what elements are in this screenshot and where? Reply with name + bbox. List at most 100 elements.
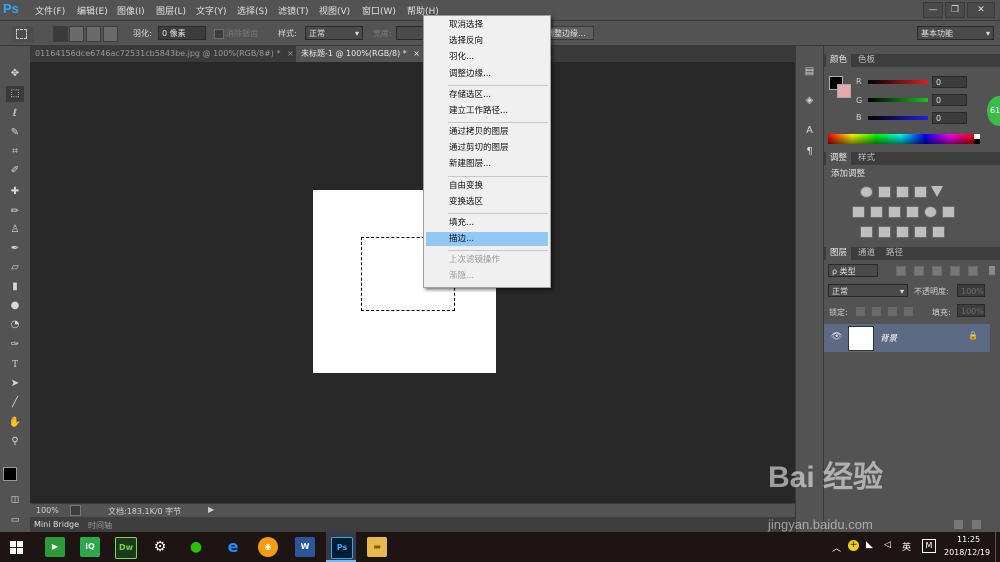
filter-type-icon[interactable] [932, 266, 942, 276]
settings-gear-icon[interactable]: ⚙ [150, 537, 170, 557]
eye-icon[interactable]: 👁 [831, 332, 842, 342]
filter-shape-icon[interactable] [950, 266, 960, 276]
restore-button[interactable]: ❐ [945, 2, 965, 18]
screen-mode-icon[interactable]: ▭ [6, 512, 24, 528]
fill-input[interactable]: 100% [957, 304, 985, 317]
tray-plus-icon[interactable]: + [848, 540, 859, 551]
dreamweaver-icon[interactable]: Dw [115, 537, 137, 559]
style-select[interactable]: 正常 ▾ [305, 26, 363, 40]
dodge-tool-icon[interactable]: ◔ [6, 317, 24, 333]
add-to-selection-button[interactable] [69, 26, 84, 42]
minimize-button[interactable]: — [923, 2, 943, 18]
tab-adjustments[interactable]: 调整 [826, 152, 852, 165]
menu-filter[interactable]: 滤镜(T) [278, 4, 309, 17]
delete-layer-icon[interactable] [972, 520, 981, 529]
menu-view[interactable]: 视图(V) [319, 4, 350, 17]
eraser-tool-icon[interactable]: ▱ [6, 260, 24, 276]
menu-file[interactable]: 文件(F) [35, 4, 65, 17]
photo-filter-icon[interactable] [906, 206, 919, 218]
channel-r-value[interactable]: 0 [932, 76, 967, 88]
vibrance-icon[interactable] [931, 186, 943, 197]
tab-swatches[interactable]: 色板 [854, 54, 879, 67]
feather-input[interactable]: 0 像素 [158, 26, 206, 40]
ctx-feather[interactable]: 羽化... [426, 50, 548, 64]
invert-icon[interactable] [860, 226, 873, 238]
width-input[interactable] [396, 26, 424, 40]
tray-chevron-icon[interactable]: ︿ [832, 541, 841, 554]
ctx-save-selection[interactable]: 存储选区... [426, 88, 548, 102]
menu-select[interactable]: 选择(S) [237, 4, 268, 17]
filter-adjust-icon[interactable] [914, 266, 924, 276]
history-brush-tool-icon[interactable]: ✒ [6, 241, 24, 257]
taskbar-active-ps[interactable]: Ps [326, 532, 356, 562]
filter-pixel-icon[interactable] [896, 266, 906, 276]
history-panel-icon[interactable]: ▤ [801, 64, 818, 80]
layer-row[interactable]: 👁 背景 🔒 [824, 324, 990, 352]
brush-tool-icon[interactable]: ✏ [6, 204, 24, 220]
type-tool-icon[interactable]: T [6, 357, 24, 373]
ctx-layer-via-cut[interactable]: 通过剪切的图层 [426, 141, 548, 155]
crop-tool-icon[interactable]: ⌗ [6, 144, 24, 160]
menu-layer[interactable]: 图层(L) [156, 4, 186, 17]
menu-type[interactable]: 文字(Y) [196, 4, 227, 17]
tab-document-jpg[interactable]: 01164156dce6746ac72531cb5843be.jpg @ 100… [30, 46, 294, 62]
tab-mini-bridge[interactable]: Mini Bridge [34, 520, 79, 529]
color-balance-icon[interactable] [870, 206, 883, 218]
ctx-refine-edge[interactable]: 调整边缘... [426, 67, 548, 81]
tab-color[interactable]: 颜色 [826, 54, 852, 67]
gradient-map-icon[interactable] [914, 226, 927, 238]
close-button[interactable]: ✕ [967, 2, 995, 18]
tab-styles[interactable]: 样式 [854, 152, 879, 165]
ctx-free-transform[interactable]: 自由变换 [426, 179, 548, 193]
levels-icon[interactable] [878, 186, 891, 198]
layer-name[interactable]: 背景 [880, 332, 897, 344]
ramp-black-swatch[interactable] [974, 139, 980, 144]
browser-orange-icon[interactable]: ◉ [258, 537, 278, 557]
hue-saturation-icon[interactable] [852, 206, 865, 218]
ime-indicator[interactable]: 英 [902, 540, 911, 553]
layer-filter-select[interactable]: ρ 类型 [828, 264, 878, 277]
path-select-tool-icon[interactable]: ➤ [6, 376, 24, 392]
pen-tool-icon[interactable]: ✑ [6, 337, 24, 353]
channel-r-slider[interactable] [868, 80, 928, 84]
new-layer-icon[interactable] [954, 520, 963, 529]
lock-image-icon[interactable] [872, 307, 881, 316]
channel-mixer-icon[interactable] [924, 206, 937, 218]
tab-close-icon[interactable]: × [413, 49, 420, 58]
exposure-icon[interactable] [914, 186, 927, 198]
clock-date[interactable]: 2018/12/19 [944, 548, 990, 557]
tab-close-icon[interactable]: × [287, 49, 294, 58]
blend-mode-select[interactable]: 正常 ▾ [828, 284, 908, 297]
paragraph-panel-icon[interactable]: ¶ [801, 144, 818, 160]
channel-g-slider[interactable] [868, 98, 928, 102]
rect-marquee-tool-icon[interactable]: ⬚ [6, 86, 24, 102]
black-white-icon[interactable] [888, 206, 901, 218]
selective-color-icon[interactable] [932, 226, 945, 238]
tab-untitled-1[interactable]: 未标题-1 @ 100%(RGB/8) * × [296, 46, 426, 62]
character-panel-icon[interactable]: A [801, 123, 818, 139]
curves-icon[interactable] [896, 186, 909, 198]
antialias-checkbox[interactable] [214, 29, 224, 39]
color-lookup-icon[interactable] [942, 206, 955, 218]
clone-stamp-tool-icon[interactable]: ♙ [6, 222, 24, 238]
properties-panel-icon[interactable]: ◈ [801, 93, 818, 109]
workspace-select[interactable]: 基本功能 ▾ [917, 26, 994, 40]
ctx-transform-selection[interactable]: 变换选区 [426, 195, 548, 209]
foreground-color-swatch[interactable] [3, 467, 17, 481]
hand-tool-icon[interactable]: ✋ [6, 415, 24, 431]
ctx-deselect[interactable]: 取消选择 [426, 18, 548, 32]
filter-smart-object-icon[interactable] [968, 266, 978, 276]
channel-g-value[interactable]: 0 [932, 94, 967, 106]
blur-tool-icon[interactable]: ● [6, 298, 24, 314]
ime-mode-indicator[interactable]: M [922, 539, 936, 553]
color-background-swatch[interactable] [837, 84, 851, 98]
lock-all-icon[interactable] [904, 307, 913, 316]
subtract-from-selection-button[interactable] [86, 26, 101, 42]
ctx-stroke[interactable]: 描边... [426, 232, 548, 246]
ctx-layer-via-copy[interactable]: 通过拷贝的图层 [426, 125, 548, 139]
intersect-selection-button[interactable] [103, 26, 118, 42]
posterize-icon[interactable] [878, 226, 891, 238]
file-explorer-icon[interactable]: ▬ [367, 537, 387, 557]
color-spectrum-ramp[interactable] [828, 134, 974, 144]
brightness-contrast-icon[interactable] [860, 186, 873, 198]
